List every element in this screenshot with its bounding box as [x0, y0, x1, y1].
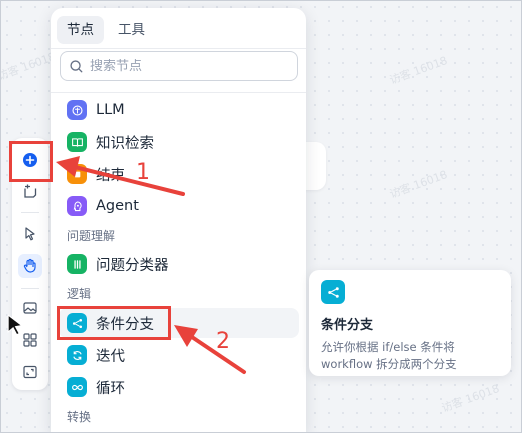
iteration-icon — [67, 345, 87, 365]
group-label-logic: 逻辑 — [67, 287, 92, 301]
search-icon — [70, 59, 83, 72]
llm-icon — [67, 100, 87, 120]
node-description-card: 条件分支 允许你根据 if/else 条件将 workflow 拆分成两个分支 — [309, 270, 511, 376]
canvas-toolbar — [12, 138, 48, 390]
fit-view-icon — [23, 365, 37, 379]
search-divider — [51, 92, 306, 93]
panel-tabs: 节点 工具 — [57, 16, 155, 44]
tab-nodes[interactable]: 节点 — [57, 16, 104, 44]
branch-icon — [67, 313, 87, 333]
annotation-number-1: 1 — [136, 160, 150, 185]
hand-icon — [23, 258, 36, 273]
watermark: 访客 16018 — [0, 50, 58, 83]
node-label: Agent — [96, 198, 139, 214]
plus-circle-icon — [23, 153, 37, 167]
hand-mode-button[interactable] — [18, 254, 42, 278]
add-note-button[interactable] — [18, 180, 42, 204]
card-title: 条件分支 — [321, 318, 374, 333]
node-label: 知识检索 — [96, 135, 154, 152]
end-icon — [67, 164, 87, 184]
node-label: 循环 — [96, 380, 125, 397]
image-export-icon — [23, 302, 37, 314]
book-icon — [67, 132, 87, 152]
tabs-divider — [51, 48, 306, 49]
watermark: 访客 16018 — [387, 54, 450, 87]
pointer-mode-button[interactable] — [18, 222, 42, 246]
mouse-cursor-icon — [7, 314, 24, 335]
group-label-question-understanding: 问题理解 — [67, 229, 116, 243]
node-label: 迭代 — [96, 348, 125, 365]
card-description: 允许你根据 if/else 条件将 workflow 拆分成两个分支 — [321, 340, 457, 371]
node-label: 结束 — [96, 167, 125, 184]
canvas-node[interactable] — [304, 142, 326, 190]
watermark: 访客 16018 — [439, 382, 502, 415]
loop-icon — [67, 377, 87, 397]
node-label: 问题分类器 — [96, 257, 169, 274]
node-item-iteration[interactable]: 迭代 — [59, 340, 299, 370]
search-input[interactable] — [90, 58, 280, 74]
node-selector-panel: 节点 工具 LLM 知识检索 结束 Agent 问题理解 问 — [51, 8, 306, 433]
node-item-end[interactable]: 结束 — [59, 159, 299, 189]
node-item-agent[interactable]: Agent — [59, 191, 299, 221]
annotation-number-2: 2 — [216, 329, 230, 354]
agent-icon — [67, 196, 87, 216]
note-add-icon — [24, 184, 37, 198]
branch-icon — [321, 280, 345, 304]
toolbar-divider — [21, 288, 39, 289]
node-item-knowledge-retrieval[interactable]: 知识检索 — [59, 127, 299, 157]
toolbar-divider — [21, 212, 39, 213]
node-label: LLM — [96, 102, 125, 118]
fit-view-button[interactable] — [18, 360, 42, 384]
add-node-button[interactable] — [18, 148, 42, 172]
tab-tools[interactable]: 工具 — [108, 16, 155, 44]
classifier-icon — [67, 254, 87, 274]
grid-icon — [23, 333, 37, 347]
node-item-llm[interactable]: LLM — [59, 95, 299, 125]
group-label-transform: 转换 — [67, 410, 92, 424]
search-box[interactable] — [60, 51, 298, 81]
watermark: 访客 16018 — [387, 168, 450, 201]
node-item-loop[interactable]: 循环 — [59, 372, 299, 402]
cursor-icon — [25, 227, 35, 241]
node-item-if-else[interactable]: 条件分支 — [59, 308, 299, 338]
node-item-question-classifier[interactable]: 问题分类器 — [59, 249, 299, 279]
node-label: 条件分支 — [96, 316, 154, 333]
